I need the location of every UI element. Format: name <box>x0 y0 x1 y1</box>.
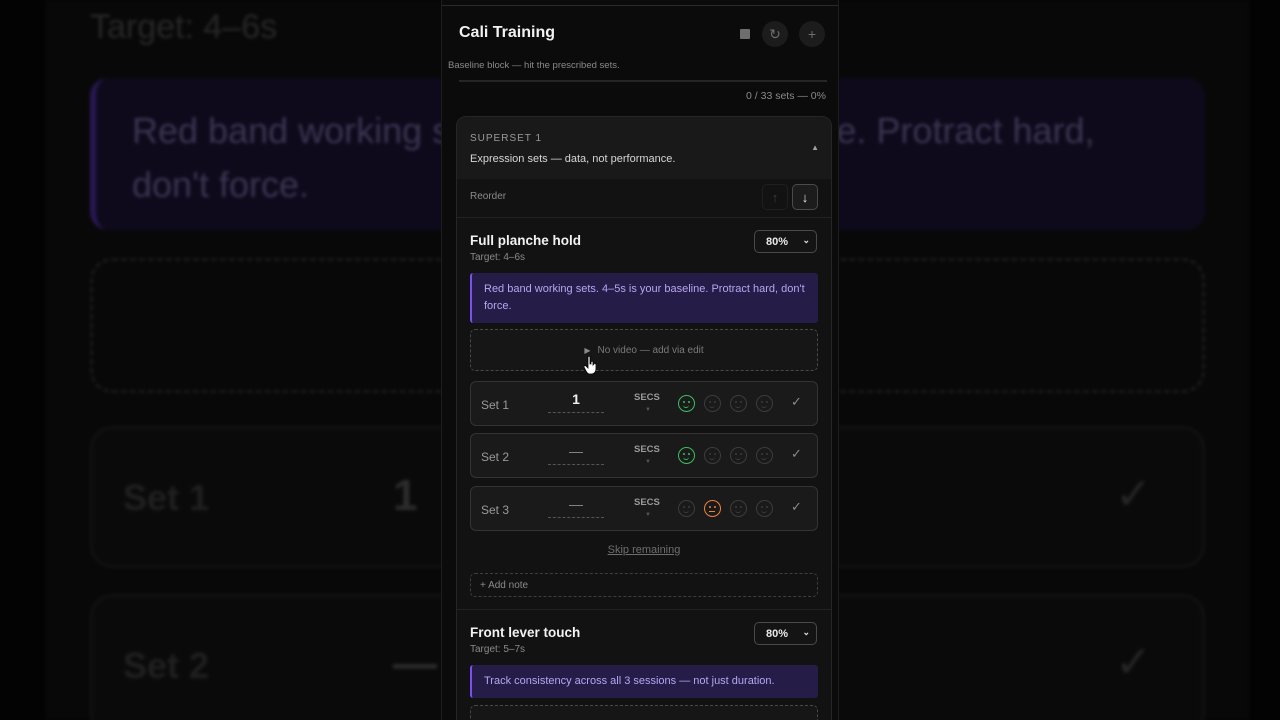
superset-card: SUPERSET 1 Expression sets — data, not p… <box>456 116 832 720</box>
face-happy-icon[interactable] <box>678 500 695 517</box>
move-up-button[interactable]: ↑ <box>762 184 788 210</box>
arrow-up-icon: ↑ <box>771 189 779 205</box>
play-icon: ▶ <box>584 345 591 355</box>
divider <box>457 609 831 610</box>
app-panel: Cali Training ↻ + Baseline block — hit t… <box>441 0 839 720</box>
face-happy-icon[interactable] <box>678 447 695 464</box>
complete-check-icon[interactable]: ✓ <box>791 446 802 462</box>
exercise-target: Target: 4–6s <box>470 252 526 263</box>
exercise-note: Red band working sets. 4–5s is your base… <box>470 273 818 323</box>
face-strained-icon[interactable] <box>730 395 747 412</box>
set-value-input[interactable]: — <box>548 443 604 465</box>
intensity-value: 80% <box>766 628 789 640</box>
chevron-down-icon: ⌄ <box>802 627 810 637</box>
add-button[interactable]: + <box>799 21 825 47</box>
face-neutral-icon[interactable] <box>704 395 721 412</box>
reorder-label: Reorder <box>470 191 507 202</box>
block-subtitle: Baseline block — hit the prescribed sets… <box>448 60 620 71</box>
intensity-select[interactable]: 80% ⌄ <box>754 622 817 645</box>
video-placeholder[interactable]: ▶ No video — add via edit <box>470 329 818 371</box>
unit-caret-icon: ▼ <box>645 407 651 413</box>
superset-label: SUPERSET 1 <box>470 133 543 144</box>
set-row: Set 2 — SECS ▼ ✓ <box>470 433 818 478</box>
face-neutral-icon[interactable] <box>704 447 721 464</box>
face-hard-icon[interactable] <box>756 500 773 517</box>
reset-icon: ↻ <box>769 25 781 42</box>
set-row: Set 1 1 SECS ▼ ✓ <box>470 381 818 426</box>
unit-select[interactable]: SECS <box>634 444 660 455</box>
set-label: Set 2 <box>481 450 510 464</box>
set-label: Set 1 <box>481 398 510 412</box>
complete-check-icon[interactable]: ✓ <box>791 499 802 515</box>
face-strained-icon[interactable] <box>730 500 747 517</box>
unit-caret-icon: ▼ <box>645 512 651 518</box>
unit-select[interactable]: SECS <box>634 392 660 403</box>
divider <box>457 217 831 218</box>
hand-cursor-icon <box>584 356 596 374</box>
intensity-select[interactable]: 80% ⌄ <box>754 230 817 253</box>
exercise-name: Front lever touch <box>470 625 581 640</box>
face-hard-icon[interactable] <box>756 395 773 412</box>
video-placeholder[interactable] <box>470 705 818 720</box>
add-icon: + <box>807 26 817 42</box>
bg-dim-right <box>839 0 1280 720</box>
face-happy-icon[interactable] <box>678 395 695 412</box>
video-placeholder-text: No video — add via edit <box>597 344 704 356</box>
add-note-button[interactable]: + Add note <box>470 573 818 597</box>
collapse-caret-icon[interactable]: ▲ <box>811 143 819 152</box>
set-label: Set 3 <box>481 503 510 517</box>
progress-bar <box>459 80 827 82</box>
stop-icon <box>740 29 750 39</box>
arrow-down-icon: ↓ <box>801 189 809 205</box>
set-value-input[interactable]: — <box>548 496 604 518</box>
unit-select[interactable]: SECS <box>634 497 660 508</box>
reset-button[interactable]: ↻ <box>762 21 788 47</box>
bg-dim-left <box>0 0 441 720</box>
complete-check-icon[interactable]: ✓ <box>791 394 802 410</box>
exercise-note: Track consistency across all 3 sessions … <box>470 665 818 698</box>
intensity-value: 80% <box>766 236 789 248</box>
face-hard-icon[interactable] <box>756 447 773 464</box>
set-row: Set 3 — SECS ▼ ✓ <box>470 486 818 531</box>
exercise-name: Full planche hold <box>470 233 581 248</box>
superset-description: Expression sets — data, not performance. <box>470 153 676 165</box>
chevron-down-icon: ⌄ <box>802 235 810 245</box>
face-strained-icon[interactable] <box>730 447 747 464</box>
progress-text: 0 / 33 sets — 0% <box>746 90 826 102</box>
move-down-button[interactable]: ↓ <box>792 184 818 210</box>
set-value-input[interactable]: 1 <box>548 391 604 413</box>
face-neutral-icon[interactable] <box>704 500 721 517</box>
exercise-target: Target: 5–7s <box>470 644 526 655</box>
superset-header[interactable]: SUPERSET 1 Expression sets — data, not p… <box>457 117 831 179</box>
unit-caret-icon: ▼ <box>645 459 651 465</box>
stop-button[interactable] <box>732 21 758 47</box>
skip-remaining-link[interactable]: Skip remaining <box>457 544 831 556</box>
top-divider <box>442 5 838 6</box>
app-title: Cali Training <box>459 24 556 41</box>
